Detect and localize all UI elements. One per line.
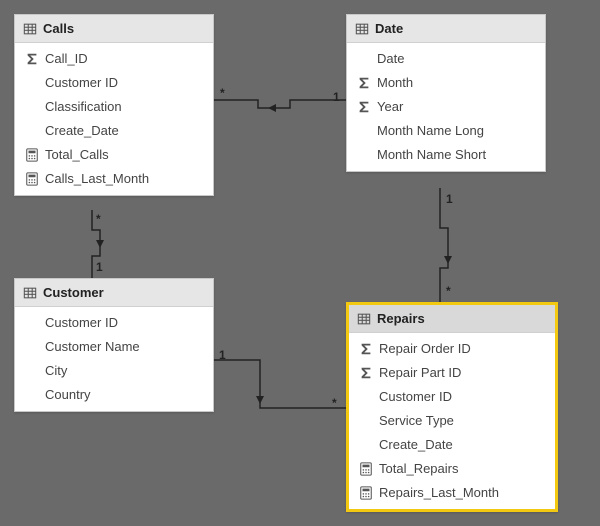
field-label: City: [45, 363, 67, 379]
field-row[interactable]: Repair Part ID: [349, 361, 555, 385]
field-label: Create_Date: [379, 437, 453, 453]
cardinality-one: 1: [96, 260, 103, 274]
field-list-customer: Customer ID Customer Name City Country: [15, 307, 213, 411]
field-label: Total_Repairs: [379, 461, 459, 477]
field-label: Calls_Last_Month: [45, 171, 149, 187]
field-label: Repair Order ID: [379, 341, 471, 357]
field-row[interactable]: Month: [347, 71, 545, 95]
field-label: Customer ID: [45, 315, 118, 331]
sigma-icon: [25, 52, 39, 66]
field-label: Repair Part ID: [379, 365, 461, 381]
field-row[interactable]: Month Name Short: [347, 143, 545, 167]
field-label: Total_Calls: [45, 147, 109, 163]
sigma-icon: [359, 366, 373, 380]
cardinality-one: 1: [333, 90, 340, 104]
field-label: Create_Date: [45, 123, 119, 139]
cardinality-star: *: [96, 212, 101, 226]
field-row[interactable]: Repairs_Last_Month: [349, 481, 555, 505]
field-label: Year: [377, 99, 403, 115]
field-row[interactable]: Month Name Long: [347, 119, 545, 143]
sigma-icon: [357, 100, 371, 114]
field-label: Month: [377, 75, 413, 91]
field-label: Month Name Short: [377, 147, 486, 163]
field-label: Call_ID: [45, 51, 88, 67]
table-title: Calls: [43, 21, 74, 36]
table-calls[interactable]: Calls Call_ID Customer ID Classification Cr…: [14, 14, 214, 196]
field-row[interactable]: Call_ID: [15, 47, 213, 71]
table-icon: [23, 22, 37, 36]
field-label: Country: [45, 387, 91, 403]
blank-icon: [25, 388, 39, 402]
calculator-icon: [359, 486, 373, 500]
field-list-calls: Call_ID Customer ID Classification Create_D…: [15, 43, 213, 195]
blank-icon: [357, 124, 371, 138]
field-label: Service Type: [379, 413, 454, 429]
blank-icon: [25, 340, 39, 354]
blank-icon: [25, 124, 39, 138]
table-header-repairs[interactable]: Repairs: [349, 305, 555, 333]
table-header-date[interactable]: Date: [347, 15, 545, 43]
table-customer[interactable]: Customer Customer ID Customer Name City Cou…: [14, 278, 214, 412]
table-title: Customer: [43, 285, 104, 300]
cardinality-star: *: [446, 284, 451, 298]
cardinality-one: 1: [446, 192, 453, 206]
blank-icon: [357, 148, 371, 162]
blank-icon: [25, 100, 39, 114]
field-label: Customer ID: [379, 389, 452, 405]
blank-icon: [359, 390, 373, 404]
table-title: Repairs: [377, 311, 425, 326]
field-row[interactable]: Classification: [15, 95, 213, 119]
field-label: Customer ID: [45, 75, 118, 91]
calculator-icon: [359, 462, 373, 476]
field-row[interactable]: Customer ID: [15, 311, 213, 335]
field-row[interactable]: Customer Name: [15, 335, 213, 359]
field-row[interactable]: Service Type: [349, 409, 555, 433]
table-icon: [357, 312, 371, 326]
field-label: Customer Name: [45, 339, 140, 355]
table-title: Date: [375, 21, 403, 36]
blank-icon: [359, 438, 373, 452]
calculator-icon: [25, 172, 39, 186]
field-row[interactable]: Create_Date: [349, 433, 555, 457]
cardinality-one: 1: [219, 348, 226, 362]
table-icon: [355, 22, 369, 36]
field-label: Date: [377, 51, 404, 67]
blank-icon: [25, 76, 39, 90]
field-row[interactable]: Repair Order ID: [349, 337, 555, 361]
field-label: Repairs_Last_Month: [379, 485, 499, 501]
blank-icon: [25, 316, 39, 330]
field-row[interactable]: Date: [347, 47, 545, 71]
field-label: Month Name Long: [377, 123, 484, 139]
table-repairs[interactable]: Repairs Repair Order ID Repair Part ID Cus…: [346, 302, 558, 512]
field-row[interactable]: Total_Calls: [15, 143, 213, 167]
table-icon: [23, 286, 37, 300]
sigma-icon: [357, 76, 371, 90]
field-row[interactable]: Customer ID: [349, 385, 555, 409]
blank-icon: [359, 414, 373, 428]
field-row[interactable]: Total_Repairs: [349, 457, 555, 481]
blank-icon: [357, 52, 371, 66]
field-row[interactable]: Calls_Last_Month: [15, 167, 213, 191]
field-row[interactable]: Country: [15, 383, 213, 407]
cardinality-star: *: [332, 396, 337, 410]
field-label: Classification: [45, 99, 122, 115]
sigma-icon: [359, 342, 373, 356]
table-header-customer[interactable]: Customer: [15, 279, 213, 307]
cardinality-star: *: [220, 86, 225, 100]
field-list-date: Date Month Year Month Name Long Month Name S…: [347, 43, 545, 171]
table-header-calls[interactable]: Calls: [15, 15, 213, 43]
blank-icon: [25, 364, 39, 378]
calculator-icon: [25, 148, 39, 162]
field-row[interactable]: Year: [347, 95, 545, 119]
table-date[interactable]: Date Date Month Year Month Name Long Month N…: [346, 14, 546, 172]
field-list-repairs: Repair Order ID Repair Part ID Customer ID…: [349, 333, 555, 509]
field-row[interactable]: Customer ID: [15, 71, 213, 95]
field-row[interactable]: Create_Date: [15, 119, 213, 143]
field-row[interactable]: City: [15, 359, 213, 383]
